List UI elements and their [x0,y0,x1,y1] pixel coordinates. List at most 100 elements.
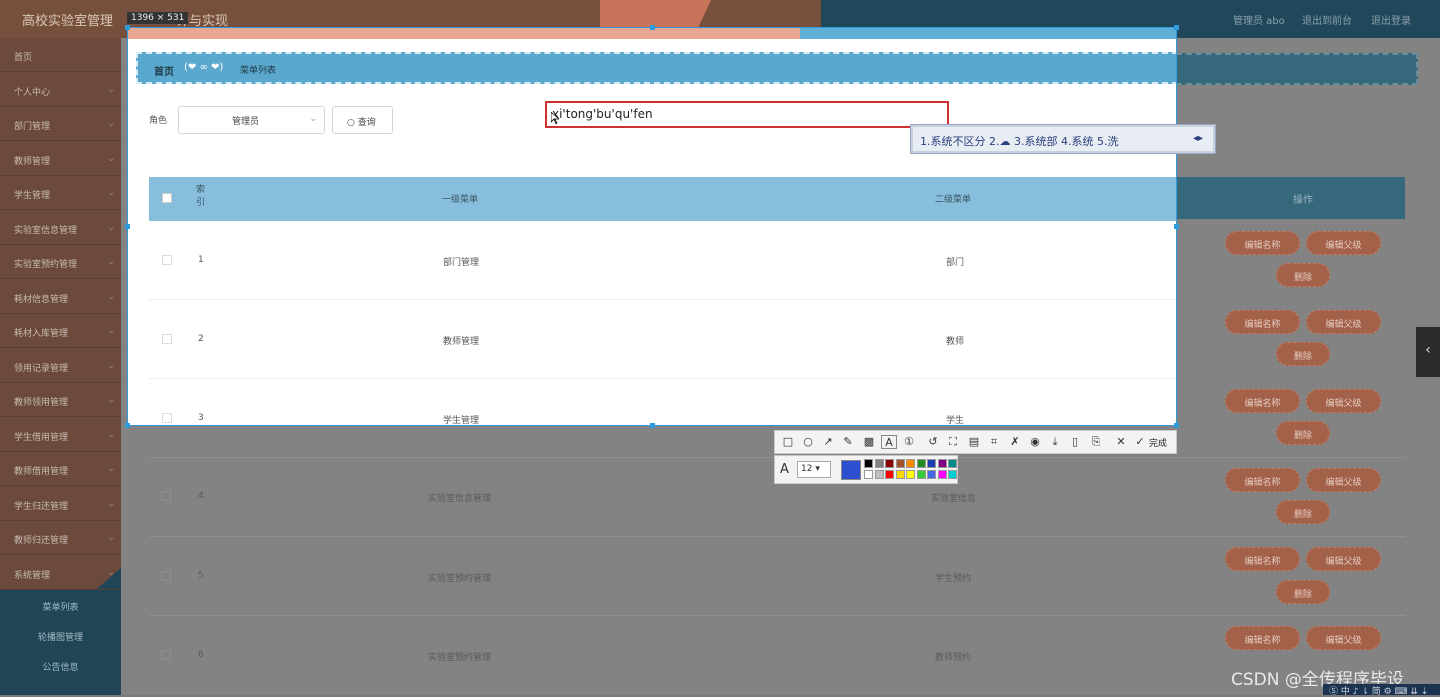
check-icon[interactable]: ✓ [1132,435,1148,449]
record-tool-icon[interactable]: ◉ [1027,435,1043,449]
text-tool-icon[interactable]: A [881,435,897,449]
color-swatch[interactable] [874,470,884,479]
color-swatch[interactable] [937,459,947,468]
pin-tool-icon[interactable]: ✗ [1007,435,1023,449]
ime-candidate-bar[interactable]: 1.系统不区分 2.☁ 3.系统部 4.系统 5.洗 ◂▸ [910,124,1216,154]
collapse-panel-tab[interactable]: ‹ [1416,327,1440,377]
color-swatch[interactable] [927,470,936,479]
current-color-swatch[interactable] [841,460,861,480]
ime-candidates[interactable]: 1.系统不区分 2.☁ 3.系统部 4.系统 5.洗 [920,133,1118,149]
edit-name-button[interactable]: 编辑名称 [1225,547,1300,571]
capture-region[interactable]: 首页 (❤ ∞ ❤) 菜单列表 角色 管理员 ⌄ ○ 查询 xi'tong'bu… [127,27,1177,426]
sidebar-item-stock-in[interactable]: 耗材入库管理 ⌄ [0,314,121,348]
color-swatch[interactable] [874,459,884,468]
delete-button[interactable]: 删除 [1276,421,1330,445]
color-swatch[interactable] [948,459,957,468]
color-swatch[interactable] [916,470,926,479]
bookmark-tool-icon[interactable]: ⎘ [1088,435,1104,449]
sidebar-item-lab-booking[interactable]: 实验室预约管理 ⌄ [0,245,121,279]
crop-tool-icon[interactable]: ⛶ [945,435,961,449]
edit-parent-button[interactable]: 编辑父级 [1306,310,1381,334]
delete-button[interactable]: 删除 [1276,342,1330,366]
color-swatch[interactable] [906,459,915,468]
rect-tool-icon[interactable]: □ [780,435,796,449]
row-checkbox[interactable] [161,491,171,501]
sidebar-subitem-carousel[interactable]: 轮播图管理 [0,620,121,650]
role-select[interactable]: 管理员 ⌄ [178,106,325,134]
sidebar-item-system[interactable]: 系统管理 ⌄ [0,556,121,590]
edit-parent-button[interactable]: 编辑父级 [1306,626,1381,650]
sidebar-item-students[interactable]: 学生管理 ⌄ [0,176,121,210]
resize-handle[interactable] [125,224,130,229]
translate-tool-icon[interactable]: ▤ [966,435,982,449]
sidebar-subitem-notices[interactable]: 公告信息 [0,650,121,695]
sidebar-item-lab-info[interactable]: 实验室信息管理 ⌄ [0,211,121,245]
sidebar-subitem-menu-list[interactable]: 菜单列表 [0,590,121,620]
color-swatch[interactable] [895,470,905,479]
mosaic-tool-icon[interactable]: ▩ [861,435,877,449]
delete-button[interactable]: 删除 [1276,580,1330,604]
edit-name-button[interactable]: 编辑名称 [1225,231,1300,255]
sidebar-item-departments[interactable]: 部门管理 ⌄ [0,107,121,141]
resize-handle[interactable] [1174,25,1179,30]
row-checkbox[interactable] [162,255,172,265]
cancel-tool-icon[interactable]: ✕ [1113,435,1129,449]
resize-handle[interactable] [125,423,130,428]
resize-handle[interactable] [650,423,655,428]
resize-handle[interactable] [650,25,655,30]
save-tool-icon[interactable]: ⤓ [1047,435,1063,449]
breadcrumb-home[interactable]: 首页 [154,63,174,78]
row-checkbox[interactable] [161,571,171,581]
pen-tool-icon[interactable]: ✎ [840,435,856,449]
text-annotation-input[interactable]: xi'tong'bu'qu'fen [545,101,949,128]
ellipse-tool-icon[interactable]: ○ [800,435,816,449]
query-button[interactable]: ○ 查询 [332,106,393,134]
sidebar-item-profile[interactable]: 个人中心 ⌄ [0,73,121,107]
color-swatch[interactable] [927,459,936,468]
long-shot-tool-icon[interactable]: ▯ [1067,435,1083,449]
edit-name-button[interactable]: 编辑名称 [1225,468,1300,492]
sidebar-item-teacher-borrow[interactable]: 教师借用管理 ⌄ [0,452,121,486]
row-checkbox[interactable] [161,650,171,660]
delete-button[interactable]: 删除 [1276,263,1330,287]
back-front-link[interactable]: 退出到前台 [1302,12,1352,27]
edit-name-button[interactable]: 编辑名称 [1225,626,1300,650]
logout-link[interactable]: 退出登录 [1371,12,1411,27]
color-swatch[interactable] [937,470,947,479]
edit-parent-button[interactable]: 编辑父级 [1306,231,1381,255]
ocr-tool-icon[interactable]: ⌗ [986,435,1002,449]
color-swatch[interactable] [895,459,905,468]
sidebar-item-student-borrow[interactable]: 学生借用管理 ⌄ [0,418,121,452]
color-swatch[interactable] [906,470,915,479]
delete-button[interactable]: 删除 [1276,500,1330,524]
edit-parent-button[interactable]: 编辑父级 [1306,547,1381,571]
sidebar-item-teachers[interactable]: 教师管理 ⌄ [0,142,121,176]
color-swatch[interactable] [916,459,926,468]
color-swatch[interactable] [864,459,873,468]
done-button[interactable]: 完成 [1149,436,1167,449]
resize-handle[interactable] [125,25,130,30]
undo-tool-icon[interactable]: ↺ [925,435,941,449]
edit-name-button[interactable]: 编辑名称 [1225,310,1300,334]
edit-parent-button[interactable]: 编辑父级 [1306,389,1381,413]
color-swatch[interactable] [885,470,894,479]
sidebar-item-usage-records[interactable]: 领用记录管理 ⌄ [0,349,121,383]
edit-parent-button[interactable]: 编辑父级 [1306,468,1381,492]
edit-name-button[interactable]: 编辑名称 [1225,389,1300,413]
sidebar-item-teacher-return[interactable]: 教师归还管理 ⌄ [0,521,121,555]
font-size-select[interactable]: 12 ▾ [797,461,831,478]
resize-handle[interactable] [1174,224,1179,229]
row-checkbox[interactable] [162,413,172,423]
sidebar-item-teacher-usage[interactable]: 教师领用管理 ⌄ [0,383,121,417]
row-checkbox[interactable] [162,334,172,344]
sidebar-item-student-return[interactable]: 学生归还管理 ⌄ [0,487,121,521]
arrow-tool-icon[interactable]: ↗ [820,435,836,449]
number-tool-icon[interactable]: ① [901,435,917,449]
sidebar-item-home[interactable]: 首页 [0,38,121,72]
select-all-checkbox[interactable] [162,193,172,203]
sidebar-item-consumables[interactable]: 耗材信息管理 ⌄ [0,280,121,314]
color-swatch[interactable] [948,470,957,479]
color-swatch[interactable] [864,470,873,479]
color-swatch[interactable] [885,459,894,468]
resize-handle[interactable] [1174,423,1179,428]
